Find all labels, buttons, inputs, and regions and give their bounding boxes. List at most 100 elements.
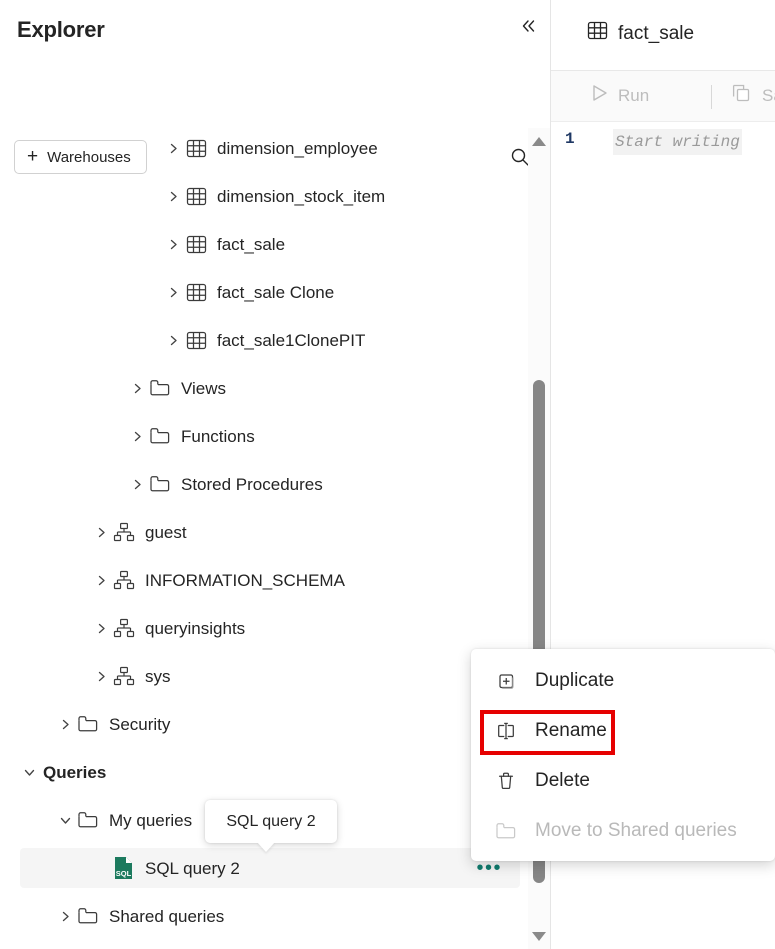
scroll-down-arrow-icon[interactable]	[528, 923, 550, 949]
tree-item-functions[interactable]: Functions	[0, 416, 520, 456]
tree-item-views[interactable]: Views	[0, 368, 520, 408]
schema-icon	[111, 666, 137, 686]
tree-item-label: SQL query 2	[145, 858, 240, 878]
tree-item-fact-sale1clonepit[interactable]: fact_sale1ClonePIT	[0, 320, 520, 360]
context-menu-item-label: Move to Shared queries	[535, 820, 737, 841]
explorer-command-bar: + Warehouses	[0, 62, 550, 174]
tree-item-label: dimension_stock_item	[217, 186, 386, 206]
tab-label: fact_sale	[618, 22, 695, 44]
folder-icon	[75, 810, 101, 830]
chevron-right-icon[interactable]	[91, 526, 111, 539]
chevron-right-icon[interactable]	[163, 334, 183, 347]
tree-item-label: Queries	[43, 762, 107, 782]
tooltip-text: SQL query 2	[226, 812, 316, 830]
chevron-right-icon[interactable]	[127, 478, 147, 491]
tree-item-label: fact_sale1ClonePIT	[217, 330, 366, 350]
folder-icon	[493, 821, 519, 841]
schema-icon	[111, 570, 137, 590]
tree-item-guest[interactable]: guest	[0, 512, 520, 552]
scrollbar-thumb[interactable]	[533, 380, 545, 655]
rename-icon	[493, 720, 519, 742]
context-menu-item-label: Duplicate	[535, 670, 615, 691]
play-icon	[589, 83, 609, 108]
save-as-label: Save	[762, 85, 775, 105]
tree-item-label: fact_sale	[217, 234, 286, 254]
save-as-button[interactable]: Save	[731, 83, 775, 108]
context-menu-item-rename[interactable]: Rename	[471, 706, 775, 756]
sql-file-icon: SQL	[111, 856, 137, 880]
chevron-right-icon[interactable]	[55, 718, 75, 731]
tree-item-sys[interactable]: sys	[0, 656, 520, 696]
chevron-right-icon[interactable]	[91, 574, 111, 587]
tab-fact-sale[interactable]: fact_sale	[587, 20, 694, 47]
context-menu-item-move-to-shared-queries: Move to Shared queries	[471, 806, 775, 856]
page-title: Explorer	[17, 17, 105, 42]
chevron-right-icon[interactable]	[127, 430, 147, 443]
chevron-right-icon[interactable]	[91, 622, 111, 635]
explorer-header: Explorer	[0, 0, 550, 62]
tree-item-sql-query-2[interactable]: SQL SQL query 2 •••	[20, 848, 520, 888]
folder-icon	[147, 426, 173, 446]
tree-item-shared-queries[interactable]: Shared queries	[0, 896, 520, 936]
editor-toolbar: Run Save	[551, 71, 775, 122]
chevron-right-icon[interactable]	[163, 286, 183, 299]
svg-text:SQL: SQL	[116, 869, 132, 878]
context-menu-item-duplicate[interactable]: Duplicate	[471, 656, 775, 706]
chevron-right-icon[interactable]	[91, 670, 111, 683]
table-icon	[183, 138, 209, 159]
chevron-down-icon[interactable]	[19, 766, 39, 779]
tree-item-label: queryinsights	[145, 618, 246, 638]
schema-icon	[111, 522, 137, 542]
tree-item-label: Stored Procedures	[181, 474, 323, 494]
chevron-right-icon[interactable]	[163, 142, 183, 155]
chevron-right-icon[interactable]	[127, 382, 147, 395]
tree-item-dimension-employee[interactable]: dimension_employee	[0, 128, 520, 168]
tree-item-queryinsights[interactable]: queryinsights	[0, 608, 520, 648]
tree-item-label: Functions	[181, 426, 255, 446]
tree-item-fact-sale[interactable]: fact_sale	[0, 224, 520, 264]
folder-icon	[147, 378, 173, 398]
chevron-right-icon[interactable]	[163, 238, 183, 251]
double-chevron-left-icon[interactable]	[512, 10, 544, 42]
tree-item-label: Security	[109, 714, 171, 734]
tree-item-dimension-stock-item[interactable]: dimension_stock_item	[0, 176, 520, 216]
chevron-right-icon[interactable]	[163, 190, 183, 203]
chevron-right-icon[interactable]	[55, 910, 75, 923]
context-menu-item-delete[interactable]: Delete	[471, 756, 775, 806]
tree-item-label: My queries	[109, 810, 193, 830]
run-button[interactable]: Run	[589, 83, 649, 108]
table-icon	[183, 330, 209, 351]
table-icon	[587, 20, 608, 47]
chevron-down-icon[interactable]	[55, 814, 75, 827]
tree-item-information-schema[interactable]: INFORMATION_SCHEMA	[0, 560, 520, 600]
tree-item-security[interactable]: Security	[0, 704, 520, 744]
tree-item-label: fact_sale Clone	[217, 282, 335, 302]
toolbar-divider	[711, 85, 712, 109]
code-placeholder[interactable]: Start writing	[613, 129, 742, 155]
folder-icon	[75, 714, 101, 734]
tree-item-label: guest	[145, 522, 187, 542]
trash-icon	[493, 770, 519, 792]
table-icon	[183, 186, 209, 207]
tree-item-label: INFORMATION_SCHEMA	[145, 570, 345, 590]
duplicate-icon	[493, 670, 519, 692]
tree-item-label: sys	[145, 666, 171, 686]
tree-item-label: Views	[181, 378, 227, 398]
editor-tab-bar: fact_sale	[551, 0, 775, 71]
tree-item-label: dimension_employee	[217, 138, 378, 158]
scroll-up-arrow-icon[interactable]	[528, 128, 550, 154]
schema-icon	[111, 618, 137, 638]
tooltip: SQL query 2	[205, 800, 337, 843]
tree-item-stored-procedures[interactable]: Stored Procedures	[0, 464, 520, 504]
run-label: Run	[618, 85, 650, 105]
context-menu-item-label: Delete	[535, 770, 590, 791]
tree-item-queries[interactable]: Queries	[0, 752, 520, 792]
tree-item-fact-sale-clone[interactable]: fact_sale Clone	[0, 272, 520, 312]
table-icon	[183, 234, 209, 255]
folder-icon	[147, 474, 173, 494]
line-number: 1	[565, 130, 575, 148]
more-options-button[interactable]: •••	[476, 858, 502, 878]
context-menu-item-label: Rename	[535, 720, 607, 741]
tree-item-label: Shared queries	[109, 906, 225, 926]
table-icon	[183, 282, 209, 303]
